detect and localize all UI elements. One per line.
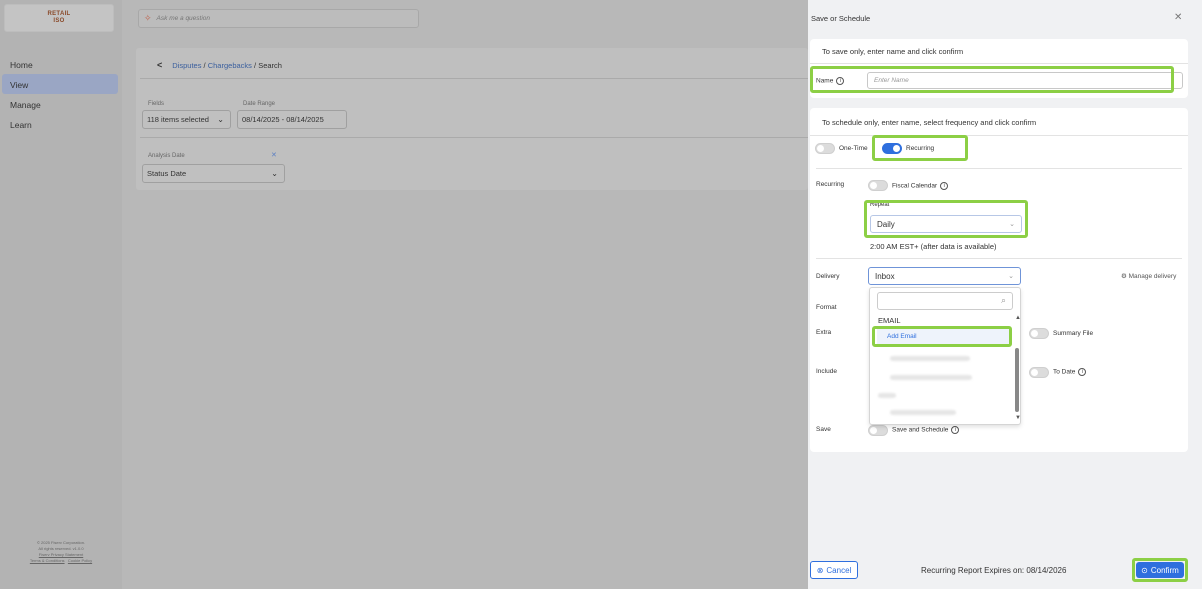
summary-file-label: Summary File [1053,330,1094,337]
delivery-label: Delivery [816,273,840,280]
sidebar-item-home[interactable]: Home [2,54,118,74]
highlight-box [810,66,1174,93]
include-label: Include [816,368,837,375]
fields-label: Fields [148,101,165,107]
terms-link[interactable]: Terms & Conditions [30,558,65,563]
save-and-schedule-label: Save and Schedule i [892,426,960,434]
scroll-up-icon[interactable]: ▲ [1015,315,1021,321]
list-item[interactable] [890,375,972,380]
to-date-label: To Date i [1053,368,1087,376]
scrollbar[interactable] [1015,348,1019,412]
panel-title: Save or Schedule [811,14,871,23]
extra-label: Extra [816,329,832,336]
save-and-schedule-toggle[interactable] [868,425,888,436]
list-item[interactable] [890,410,956,415]
fields-select[interactable]: 118 items selected ⌄ [142,110,231,129]
divider [816,168,1182,169]
to-date-toggle[interactable] [1029,367,1049,378]
fiscal-calendar-label: Fiscal Calendar i [892,182,949,190]
info-icon: i [951,426,960,434]
format-label: Format [816,304,837,311]
one-time-label: One-Time [839,145,868,152]
divider [140,137,808,138]
highlight-box [872,326,1012,347]
dropdown-search-input[interactable]: ⌕ [877,292,1013,310]
sidebar-footer: © 2025 Fiserv Corporation. All rights re… [0,540,122,564]
sidebar-nav: Home View Manage Learn [0,54,122,134]
chevron-down-icon: ⌄ [217,115,224,124]
divider [810,135,1188,136]
list-item [878,393,896,398]
date-range-label: Date Range [243,101,276,107]
sparkle-icon: ✧ [144,13,152,23]
save-label: Save [816,426,831,433]
ask-input[interactable]: ✧ Ask me a question [138,9,419,28]
sidebar-item-view[interactable]: View [2,74,118,94]
gear-icon: ⚙ [1121,273,1127,280]
delivery-dropdown: ⌕ EMAIL Add Email ▲ ▼ [869,287,1021,425]
manage-delivery-link[interactable]: ⚙ Manage delivery [1121,272,1176,280]
privacy-link[interactable]: Fiserv Privacy Statement [39,552,83,557]
left-sidebar: RETAIL ISO Home View Manage Learn © 2025… [0,0,122,589]
fiscal-calendar-toggle[interactable] [868,180,888,191]
info-icon: i [1078,368,1087,376]
list-item[interactable] [890,356,970,361]
logo-line-1: RETAIL [47,11,71,17]
divider [816,258,1182,259]
back-chevron-icon[interactable]: < [157,60,162,70]
sidebar-item-learn[interactable]: Learn [2,114,118,134]
chevron-down-icon: ⌄ [271,169,278,178]
schedule-title: To schedule only, enter name, select fre… [822,118,1037,127]
divider [140,78,808,79]
cookie-link[interactable]: Cookie Policy [68,558,92,563]
expires-text: Recurring Report Expires on: 08/14/2026 [921,566,1067,575]
close-icon[interactable]: ✕ [271,151,277,159]
one-time-toggle[interactable] [815,143,835,154]
highlight-box [1132,558,1188,582]
delivery-select[interactable]: Inbox ⌄ [868,267,1021,285]
cancel-icon: ⊗ [816,565,824,575]
date-range-input[interactable]: 08/14/2025 - 08/14/2025 [237,110,347,129]
breadcrumb-current: Search [258,60,282,70]
email-section-header: EMAIL [878,316,901,325]
chevron-down-icon: ⌄ [1008,273,1014,280]
fields-value: 118 items selected [147,115,209,124]
brand-logo[interactable]: RETAIL ISO [4,4,114,32]
highlight-box [864,200,1028,238]
close-icon[interactable]: ✕ [1174,12,1182,23]
date-range-value: 08/14/2025 - 08/14/2025 [242,115,324,124]
logo-line-2: ISO [53,18,65,24]
cancel-button[interactable]: ⊗ Cancel [810,561,858,579]
sidebar-item-manage[interactable]: Manage [2,94,118,114]
highlight-box [872,135,968,161]
breadcrumb-disputes[interactable]: Disputes [172,61,201,70]
save-only-title: To save only, enter name and click confi… [822,47,964,56]
recurring-label: Recurring [816,181,845,188]
schedule-note: 2:00 AM EST+ (after data is available) [870,242,997,251]
delivery-value: Inbox [875,271,895,281]
analysis-date-value: Status Date [147,169,187,178]
analysis-date-select[interactable]: Status Date ⌄ [142,164,285,183]
analysis-date-label: Analysis Date [148,153,185,159]
info-icon: i [940,182,949,190]
breadcrumb-chargebacks[interactable]: Chargebacks [208,61,252,70]
ask-placeholder: Ask me a question [156,15,211,22]
summary-file-toggle[interactable] [1029,328,1049,339]
breadcrumb: < Disputes / Chargebacks / Search [157,60,282,70]
scroll-down-icon[interactable]: ▼ [1015,415,1021,421]
divider [810,63,1188,64]
search-icon: ⌕ [1000,295,1006,305]
